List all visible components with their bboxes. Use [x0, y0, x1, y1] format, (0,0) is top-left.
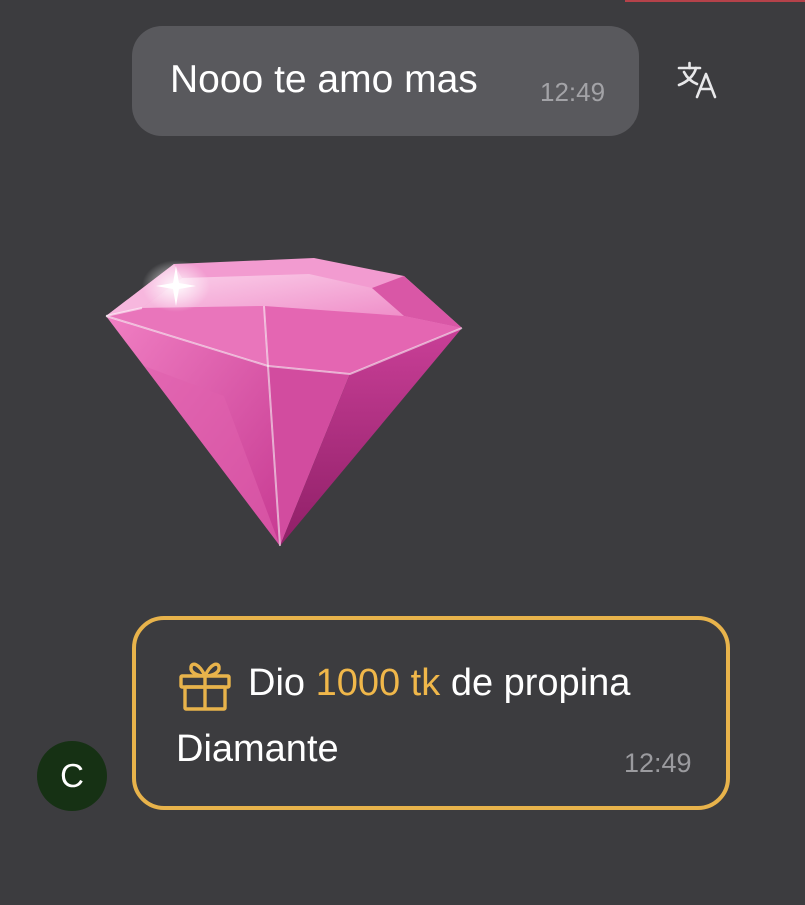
gift-amount: 1000 tk — [315, 662, 441, 704]
gift-message-card[interactable]: Dio 1000 tk de propina Diamante 12:49 — [132, 616, 730, 810]
gift-icon — [178, 660, 232, 712]
message-text: Nooo te amo mas — [170, 58, 478, 101]
top-accent-bar — [625, 0, 805, 2]
pink-diamond-sticker[interactable] — [104, 256, 464, 548]
message-bubble[interactable]: Nooo te amo mas 12:49 — [132, 26, 639, 136]
translate-icon[interactable] — [676, 60, 722, 100]
gift-name: Diamante — [176, 728, 339, 770]
gift-prefix: Dio — [248, 662, 306, 704]
gift-description: Dio 1000 tk de propina — [248, 658, 630, 708]
gift-timestamp: 12:49 — [624, 748, 692, 778]
sender-avatar[interactable]: C — [37, 741, 107, 811]
message-timestamp: 12:49 — [540, 77, 606, 107]
gift-suffix: de propina — [450, 662, 631, 704]
